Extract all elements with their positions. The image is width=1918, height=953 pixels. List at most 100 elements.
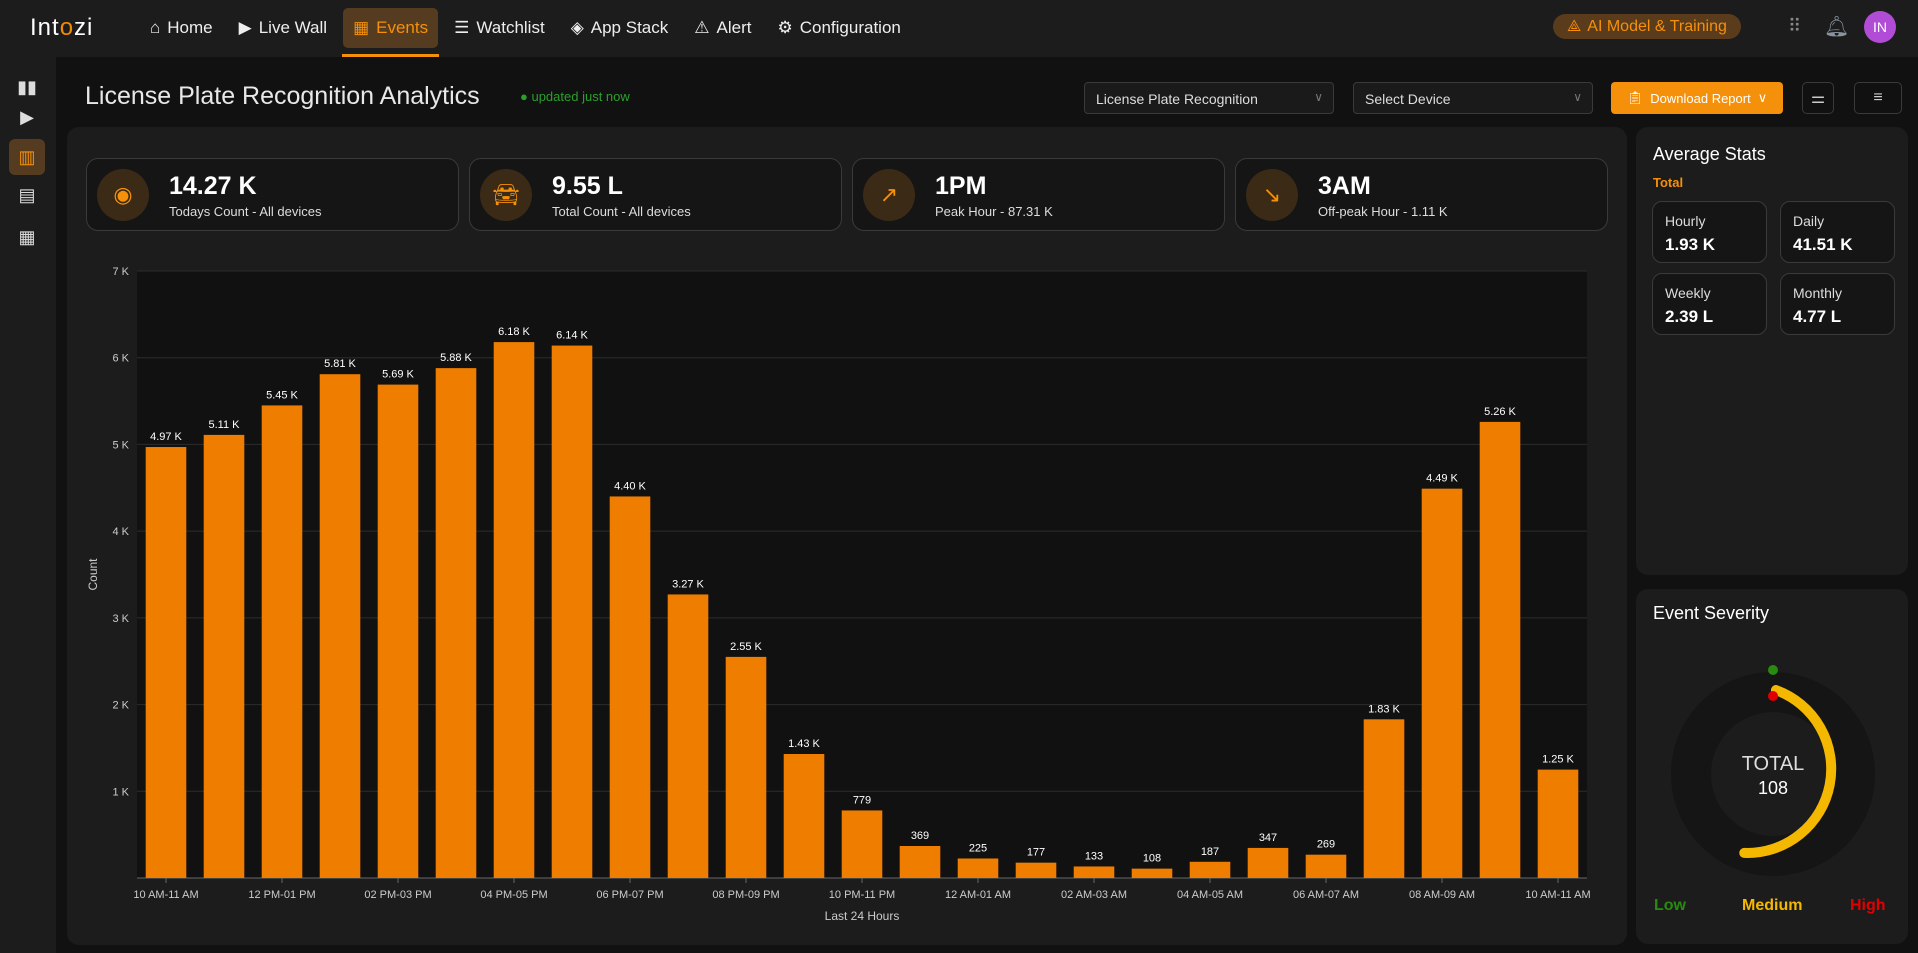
nav-label: Configuration xyxy=(799,18,901,37)
app-select[interactable]: License Plate Recognition ∨ xyxy=(1084,82,1334,114)
bar[interactable] xyxy=(1305,854,1347,878)
nav-label: App Stack xyxy=(590,18,669,37)
nav-events[interactable]: ▦ Events xyxy=(342,8,440,57)
bar-chart: 1 K 2 K 3 K 4 K 5 K 6 K 7 K 4.97 K 10 AM-11 AM 5.… xyxy=(86,266,1591,923)
device-select[interactable]: Select Device ∨ xyxy=(1353,82,1593,114)
ai-model-training-button[interactable]: ⟁ AI Model & Training xyxy=(1553,14,1741,39)
legend-medium: Medium xyxy=(1742,897,1803,914)
bar[interactable] xyxy=(841,810,883,878)
adjust-sliders-button[interactable]: ⚌ xyxy=(1802,82,1834,114)
bar[interactable] xyxy=(957,858,999,878)
bar[interactable] xyxy=(1479,421,1521,878)
avg-stat-monthly: Monthly 4.77 L xyxy=(1780,273,1895,335)
y-tick-label: 2 K xyxy=(112,700,129,712)
sidebar: ▮▮ ▶ ▥ ▤ ▦ xyxy=(0,57,56,953)
bar[interactable] xyxy=(1247,847,1289,878)
bar[interactable] xyxy=(783,753,825,878)
x-axis-title: Last 24 Hours xyxy=(825,909,900,923)
avg-stat-value: 1.93 K xyxy=(1665,235,1716,254)
bar-data-label: 177 xyxy=(1027,847,1045,859)
chevron-down-icon: ∨ xyxy=(1314,90,1323,104)
stat-label: Todays Count - All devices xyxy=(169,204,322,219)
updated-status: ● updated just now xyxy=(520,89,630,104)
y-axis-title: Count xyxy=(86,558,100,591)
bar-data-label: 3.27 K xyxy=(672,578,704,590)
bar-data-label: 5.69 K xyxy=(382,369,414,381)
filter-button[interactable]: ≡ xyxy=(1854,82,1902,114)
sidebar-play-icon[interactable]: ▶ xyxy=(9,99,45,135)
bar[interactable] xyxy=(145,447,187,878)
sidebar-bar-chart-icon[interactable]: ▦ xyxy=(9,219,45,255)
bar[interactable] xyxy=(667,594,709,878)
sidebar-events-chart-icon[interactable]: ▥ xyxy=(9,139,45,175)
apps-grid-icon[interactable]: ⠿ xyxy=(1788,16,1810,38)
bar[interactable] xyxy=(203,434,245,878)
bar[interactable] xyxy=(609,496,651,878)
bar-data-label: 5.45 K xyxy=(266,389,298,401)
grid-icon: ▦ xyxy=(353,18,370,37)
bar-data-label: 4.97 K xyxy=(150,431,182,443)
bar[interactable] xyxy=(319,374,361,878)
bar-data-label: 347 xyxy=(1259,832,1277,844)
total-value: 108 xyxy=(1758,778,1788,798)
bell-icon[interactable]: 🔔︎ xyxy=(1824,14,1849,39)
bar-data-label: 225 xyxy=(969,842,987,854)
event-severity-panel: Event Severity TOTAL 108 Low Medium High xyxy=(1636,589,1908,944)
nav-configuration[interactable]: ⚙ Configuration xyxy=(767,8,910,48)
average-stats-subtitle: Total xyxy=(1653,175,1684,190)
stat-card: ↘ 3AM Off-peak Hour - 1.11 K xyxy=(1235,158,1608,231)
y-tick-label: 1 K xyxy=(112,786,129,798)
bar[interactable] xyxy=(899,846,941,878)
x-tick-label: 12 PM-01 PM xyxy=(248,889,315,901)
chevron-down-icon: ∨ xyxy=(1573,90,1582,104)
bar[interactable] xyxy=(551,345,593,878)
chevron-down-icon: ∨ xyxy=(1757,90,1768,105)
bar[interactable] xyxy=(1537,769,1579,878)
bar[interactable] xyxy=(1073,866,1115,878)
logo[interactable]: Intozi xyxy=(30,14,93,42)
total-label: TOTAL xyxy=(1742,753,1805,775)
x-tick-label: 06 AM-07 AM xyxy=(1293,889,1359,901)
stat-value: 14.27 K xyxy=(169,172,257,200)
avatar[interactable]: IN xyxy=(1864,11,1896,43)
trend-down-icon: ↘ xyxy=(1246,169,1298,221)
stat-value: 1PM xyxy=(935,172,987,200)
nav-watchlist[interactable]: ☰ Watchlist xyxy=(444,8,555,48)
bar[interactable] xyxy=(435,368,477,878)
bar[interactable] xyxy=(1189,861,1231,878)
nav-alert[interactable]: ⚠ Alert xyxy=(684,8,761,48)
bar[interactable] xyxy=(377,384,419,878)
bar[interactable] xyxy=(1015,862,1057,878)
x-tick-label: 08 PM-09 PM xyxy=(712,889,779,901)
bar[interactable] xyxy=(493,342,535,878)
home-icon: ⌂ xyxy=(150,18,161,37)
sidebar-report-icon[interactable]: ▤ xyxy=(9,177,45,213)
x-tick-label: 04 AM-05 AM xyxy=(1177,889,1243,901)
bar[interactable] xyxy=(1131,868,1173,878)
average-stats-panel: Average Stats Total Hourly 1.93 K Daily 41.… xyxy=(1636,127,1908,575)
car-icon: 🚘︎ xyxy=(480,169,532,221)
bar[interactable] xyxy=(1421,488,1463,878)
list-icon: ☰ xyxy=(454,18,470,37)
severity-donut: TOTAL 108 xyxy=(1671,665,1875,876)
stat-label: Peak Hour - 87.31 K xyxy=(935,204,1053,219)
nav-app-stack[interactable]: ◈ App Stack xyxy=(561,8,679,48)
stat-value: 3AM xyxy=(1318,172,1371,200)
layers-icon: ◈ xyxy=(570,18,584,37)
bar-data-label: 1.25 K xyxy=(1542,754,1574,766)
stat-label: Total Count - All devices xyxy=(552,204,691,219)
y-tick-label: 4 K xyxy=(112,526,129,538)
download-report-button[interactable]: 📋︎ Download Report ∨ xyxy=(1611,82,1783,114)
low-severity-marker xyxy=(1768,665,1778,675)
avg-stat-value: 4.77 L xyxy=(1793,307,1842,326)
bar[interactable] xyxy=(725,656,767,878)
bar-data-label: 5.26 K xyxy=(1484,406,1516,418)
bar-data-label: 133 xyxy=(1085,850,1103,862)
bar-data-label: 187 xyxy=(1201,846,1219,858)
y-tick-label: 3 K xyxy=(112,613,129,625)
nav-live-wall[interactable]: ▶ Live Wall xyxy=(229,8,337,48)
avg-stat-label: Daily xyxy=(1793,213,1825,229)
nav-home[interactable]: ⌂ Home xyxy=(140,8,223,48)
bar[interactable] xyxy=(261,405,303,878)
bar[interactable] xyxy=(1363,719,1405,878)
